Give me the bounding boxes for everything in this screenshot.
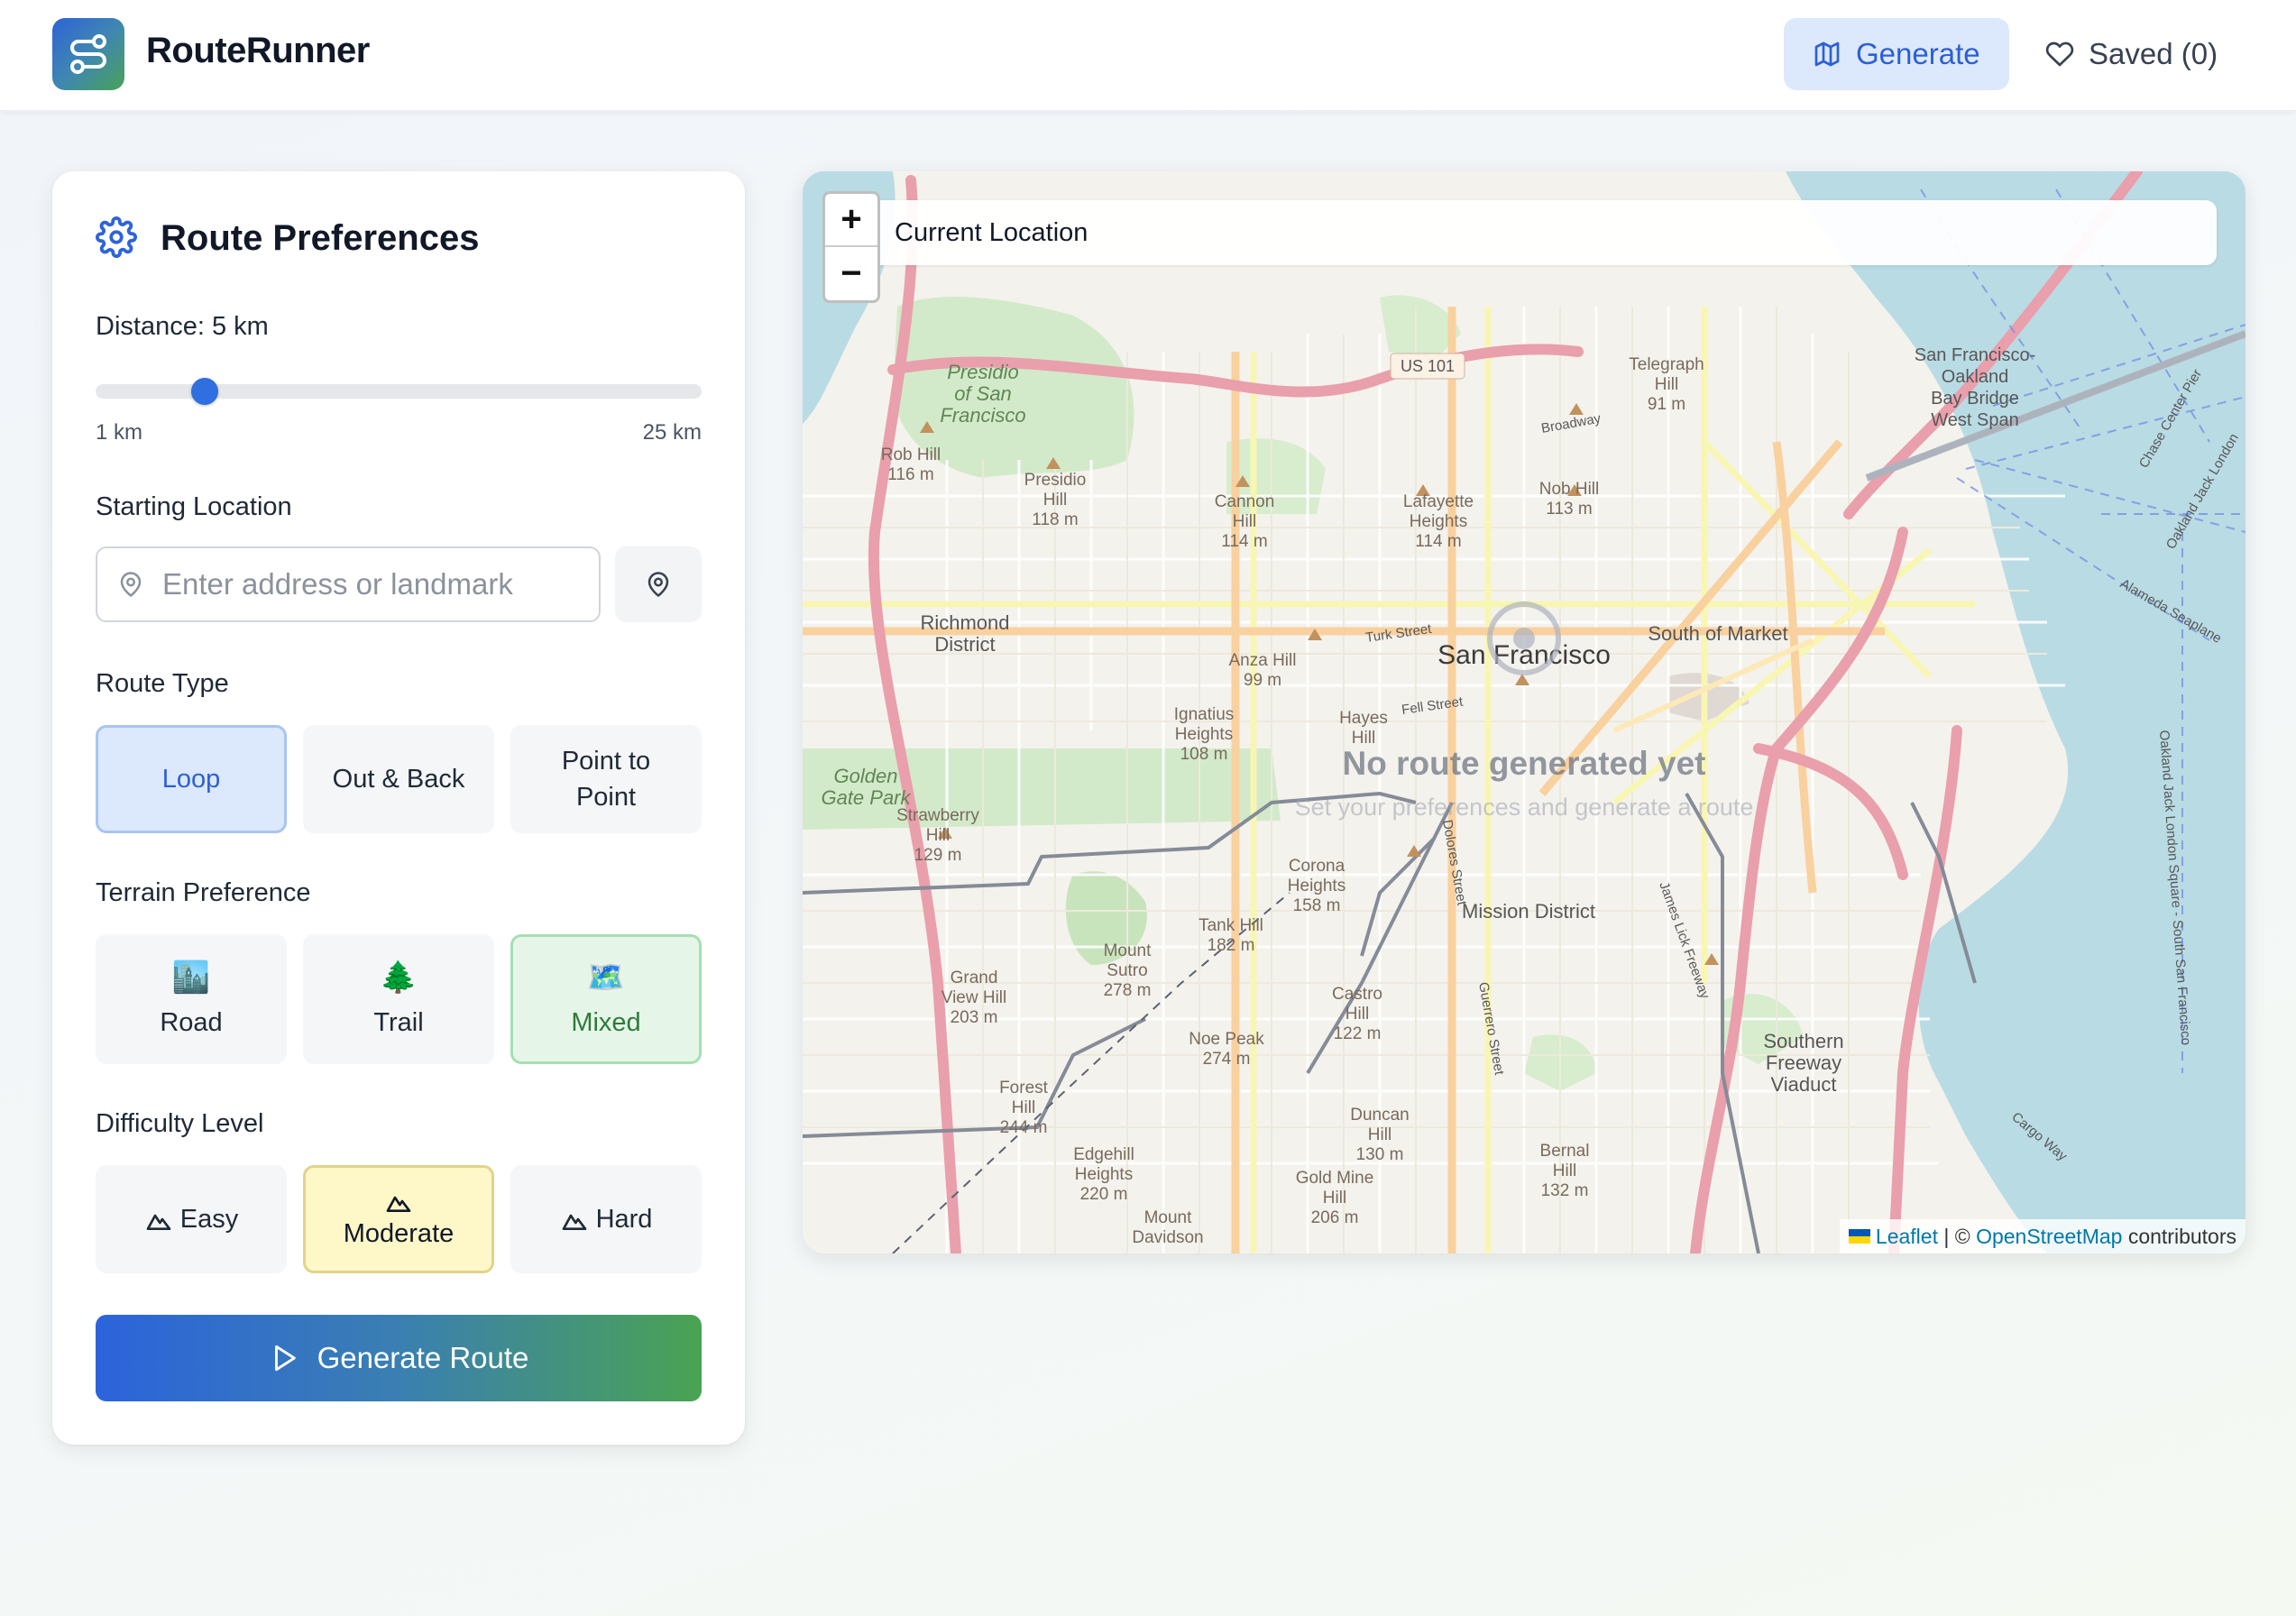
zoom-in-button[interactable]: + — [825, 194, 877, 247]
nav-saved-button[interactable]: Saved (0) — [2031, 18, 2247, 90]
distance-slider-track[interactable] — [96, 384, 702, 399]
difficulty-hard[interactable]: Hard — [510, 1165, 702, 1273]
nav-generate-label: Generate — [1856, 37, 1980, 70]
no-route-subtitle: Set your preferences and generate a rout… — [1294, 794, 1754, 821]
route-type-loop-label: Loop — [161, 765, 221, 794]
map-pin-icon — [120, 572, 142, 597]
no-route-message: No route generated yet — [1342, 745, 1706, 782]
route-preferences-panel: Route Preferences Distance: 5 km 1 km 25… — [52, 171, 745, 1445]
route-type-point-to-point[interactable]: Point to Point — [510, 725, 702, 833]
attribution-suffix: contributors — [2122, 1224, 2236, 1248]
generate-route-label: Generate Route — [317, 1341, 529, 1374]
nav-saved-label: Saved (0) — [2089, 37, 2218, 70]
map-icon — [1814, 41, 1840, 67]
attribution-separator: | © — [1937, 1224, 1977, 1248]
terrain-mixed[interactable]: 🗺️ Mixed — [510, 934, 702, 1064]
terrain-mixed-label: Mixed — [571, 1008, 641, 1037]
terrain-road[interactable]: 🏙️ Road — [96, 934, 287, 1064]
starting-location-label: Starting Location — [96, 492, 292, 521]
use-current-location-button[interactable] — [615, 546, 702, 622]
difficulty-moderate[interactable]: Moderate — [303, 1165, 494, 1273]
app-brand[interactable]: RouteRunner — [146, 31, 370, 71]
heart-icon — [2045, 41, 2074, 67]
terrain-road-label: Road — [160, 1008, 223, 1037]
ukraine-flag-icon — [1848, 1229, 1870, 1244]
route-type-point-to-point-label: Point to Point — [561, 747, 651, 812]
openstreetmap-link[interactable]: OpenStreetMap — [1976, 1225, 2122, 1249]
terrain-preference-label: Terrain Preference — [96, 878, 311, 907]
top-navbar: RouteRunner Generate Saved (0) — [0, 0, 2296, 112]
zoom-out-button[interactable]: − — [825, 247, 877, 300]
generate-route-button[interactable]: Generate Route — [96, 1315, 702, 1401]
route-map[interactable]: Presidio of San Francisco Rob Hill 116 m … — [803, 171, 2245, 1253]
difficulty-hard-label: Hard — [595, 1205, 653, 1234]
map-attribution: Leaflet | © OpenStreetMap contributors — [1839, 1219, 2245, 1253]
distance-label: Distance: 5 km — [96, 312, 269, 341]
route-type-out-and-back-label: Out & Back — [332, 765, 465, 794]
distance-min-label: 1 km — [96, 420, 143, 445]
difficulty-moderate-label: Moderate — [343, 1219, 455, 1248]
nav-generate-button[interactable]: Generate — [1784, 18, 2009, 90]
starting-location-field[interactable] — [96, 546, 601, 622]
route-type-out-and-back[interactable]: Out & Back — [303, 725, 494, 833]
mountain-icon — [386, 1196, 411, 1212]
zoom-control: + − — [822, 191, 880, 303]
route-type-loop[interactable]: Loop — [96, 725, 287, 833]
distance-slider-thumb[interactable] — [191, 378, 218, 405]
city-icon: 🏙️ — [171, 960, 211, 995]
gear-icon — [96, 216, 137, 258]
difficulty-level-label: Difficulty Level — [96, 1109, 264, 1138]
current-location-bar[interactable]: Current Location — [866, 200, 2217, 265]
difficulty-easy[interactable]: Easy — [96, 1165, 287, 1273]
panel-title: Route Preferences — [161, 218, 480, 258]
terrain-trail-label: Trail — [373, 1008, 424, 1037]
terrain-trail[interactable]: 🌲 Trail — [303, 934, 494, 1064]
distance-max-label: 25 km — [642, 420, 702, 445]
map-tiles[interactable]: Presidio of San Francisco Rob Hill116 m … — [803, 171, 2245, 1253]
leaflet-link[interactable]: Leaflet — [1876, 1225, 1938, 1249]
starting-location-input[interactable] — [162, 567, 599, 601]
map-icon: 🗺️ — [586, 960, 626, 995]
route-type-label: Route Type — [96, 669, 229, 698]
map-pin-icon — [647, 572, 669, 597]
difficulty-easy-label: Easy — [179, 1205, 239, 1234]
route-logo-icon[interactable] — [52, 18, 124, 90]
mountain-icon — [146, 1214, 171, 1230]
current-location-label: Current Location — [895, 217, 1088, 247]
mountain-icon — [562, 1214, 586, 1230]
tree-icon: 🌲 — [379, 960, 418, 995]
play-icon — [274, 1345, 296, 1372]
